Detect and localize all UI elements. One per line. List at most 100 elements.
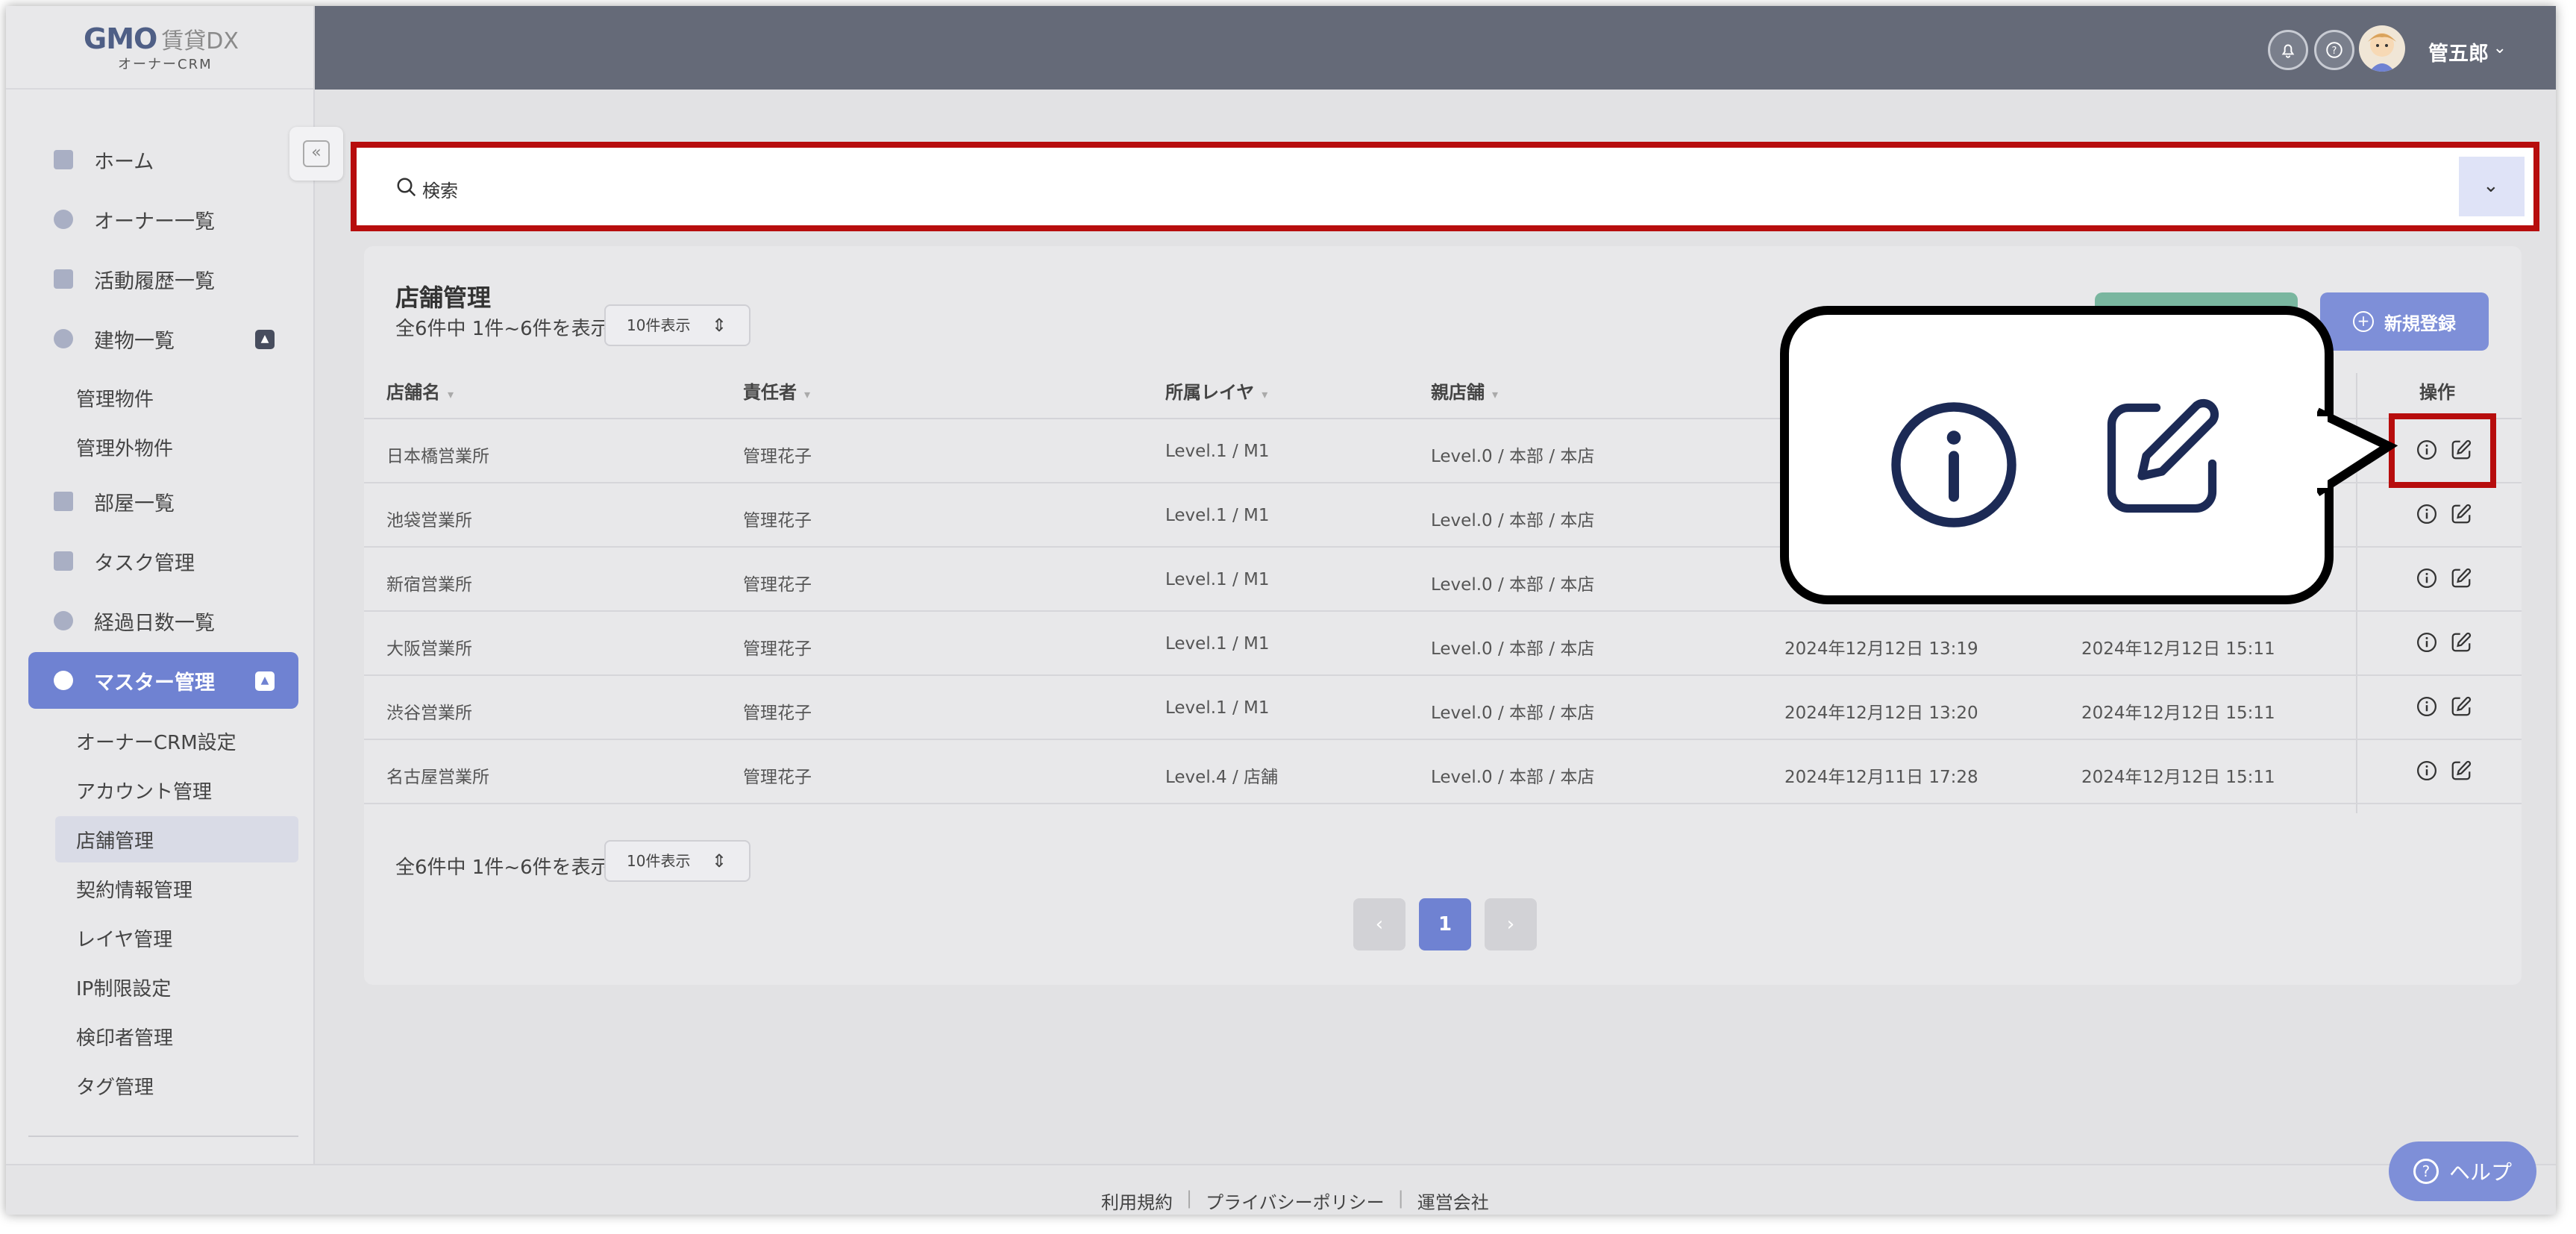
column-header-manager[interactable]: 責任者 ▾ xyxy=(743,378,810,404)
cell-updated: 2024年12月12日 15:11 xyxy=(2081,639,2275,659)
collapse-toggle-icon[interactable]: ▲ xyxy=(255,671,275,691)
grid-icon xyxy=(54,150,73,169)
row-actions xyxy=(2416,695,2474,719)
chevron-down-icon: ⌄ xyxy=(2483,175,2499,197)
sidebar-item-elapsed-days[interactable]: 経過日数一覧 xyxy=(28,592,298,649)
table-row: 名古屋営業所 管理花子 Level.4 / 店舗 Level.0 / 本部 / 本店 2… xyxy=(364,740,2522,804)
cell-parent: Level.0 / 本部 / 本店 xyxy=(1431,639,1595,659)
document-icon xyxy=(54,269,73,289)
sidebar-item-rooms[interactable]: 部屋一覧 xyxy=(28,473,298,530)
info-icon xyxy=(1891,402,2016,527)
sidebar-item-activity[interactable]: 活動履歴一覧 xyxy=(28,251,298,307)
edit-icon[interactable] xyxy=(2450,503,2474,527)
info-icon[interactable] xyxy=(2416,695,2439,719)
sidebar-item-master[interactable]: マスター管理 ▲ xyxy=(28,652,298,709)
cell-layer: Level.1 / M1 xyxy=(1165,698,1270,718)
question-circle-icon[interactable]: ? xyxy=(2314,30,2354,70)
table-row: 渋谷営業所 管理花子 Level.1 / M1 Level.0 / 本部 / 本店 20… xyxy=(364,676,2522,740)
plus-circle-icon: + xyxy=(2353,311,2374,332)
sidebar-subitem-unmanaged[interactable]: 管理外物件 xyxy=(55,424,298,470)
row-actions xyxy=(2416,503,2474,527)
action-icons-highlight xyxy=(2389,413,2496,488)
sidebar-subitem-contracts[interactable]: 契約情報管理 xyxy=(55,865,298,912)
edit-icon xyxy=(2107,398,2219,513)
svg-text:?: ? xyxy=(2332,46,2337,57)
logo[interactable]: GMO 賃貸DX オーナーCRM xyxy=(6,6,313,90)
logo-subtitle: オーナーCRM xyxy=(118,57,213,72)
sidebar-subitem-managed[interactable]: 管理物件 xyxy=(55,375,298,421)
result-count: 全6件中 1件~6件を表示 xyxy=(395,318,610,340)
app-window: GMO 賃貸DX オーナーCRM ホーム オーナー一覧 活動履歴一覧 建物一覧 ▲ … xyxy=(6,6,2556,1215)
cell-layer: Level.1 / M1 xyxy=(1165,634,1270,654)
sidebar-subitem-accounts[interactable]: アカウント管理 xyxy=(55,767,298,813)
info-icon[interactable] xyxy=(2416,631,2439,655)
sidebar-item-buildings[interactable]: 建物一覧 ▲ xyxy=(28,310,298,367)
footer-link-privacy[interactable]: プライバシーポリシー xyxy=(1206,1188,1385,1214)
cell-name: 大阪営業所 xyxy=(386,639,472,659)
cell-parent: Level.0 / 本部 / 本店 xyxy=(1431,511,1595,530)
logo-text: GMO xyxy=(84,22,157,55)
search-input[interactable]: 検索 xyxy=(422,176,458,202)
sidebar-subitem-stores[interactable]: 店舗管理 xyxy=(55,816,298,862)
cell-parent: Level.0 / 本部 / 本店 xyxy=(1431,575,1595,595)
footer-link-terms[interactable]: 利用規約 xyxy=(1101,1188,1173,1214)
edit-icon[interactable] xyxy=(2450,695,2474,719)
sidebar-item-home[interactable]: ホーム xyxy=(28,131,298,188)
cell-manager: 管理花子 xyxy=(743,768,812,787)
sidebar-subitem-ip-limit[interactable]: IP制限設定 xyxy=(55,964,298,1010)
pagination-next-button[interactable]: › xyxy=(1485,898,1537,950)
avatar[interactable] xyxy=(2359,25,2405,72)
edit-icon[interactable] xyxy=(2450,759,2474,783)
info-icon[interactable] xyxy=(2416,759,2439,783)
help-button[interactable]: ? ヘルプ xyxy=(2389,1141,2536,1201)
per-page-select[interactable]: 10件表示 ⇕ xyxy=(604,304,750,346)
search-bar[interactable]: 検索 ⌄ xyxy=(351,142,2539,231)
row-actions xyxy=(2416,759,2474,783)
column-header-layer[interactable]: 所属レイヤ ▾ xyxy=(1165,378,1267,404)
sidebar-collapse-button[interactable]: « xyxy=(289,127,343,181)
sidebar: GMO 賃貸DX オーナーCRM ホーム オーナー一覧 活動履歴一覧 建物一覧 ▲ … xyxy=(6,6,315,1215)
top-header: ? 管五郎 ⌄ xyxy=(315,6,2556,90)
cell-updated: 2024年12月12日 15:11 xyxy=(2081,704,2275,723)
table-row: 大阪営業所 管理花子 Level.1 / M1 Level.0 / 本部 / 本店 20… xyxy=(364,612,2522,676)
sidebar-item-owners[interactable]: オーナー一覧 xyxy=(28,191,298,248)
pagination-prev-button[interactable]: ‹ xyxy=(1353,898,1405,950)
cell-parent: Level.0 / 本部 / 本店 xyxy=(1431,447,1595,466)
double-chevron-left-icon: « xyxy=(303,140,330,167)
new-register-button[interactable]: + 新規登録 xyxy=(2320,292,2489,351)
bell-icon[interactable] xyxy=(2268,30,2308,70)
sidebar-subitem-crm-settings[interactable]: オーナーCRM設定 xyxy=(55,718,298,764)
column-header-actions: 操作 xyxy=(2419,382,2455,403)
sidebar-item-tasks[interactable]: タスク管理 xyxy=(28,533,298,589)
edit-icon[interactable] xyxy=(2450,567,2474,591)
per-page-select-bottom[interactable]: 10件表示 ⇕ xyxy=(604,840,750,882)
info-icon[interactable] xyxy=(2416,503,2439,527)
cell-name: 名古屋営業所 xyxy=(386,768,489,787)
cell-parent: Level.0 / 本部 / 本店 xyxy=(1431,704,1595,723)
column-header-name[interactable]: 店舗名 ▾ xyxy=(386,378,454,404)
sidebar-subitem-tags[interactable]: タグ管理 xyxy=(55,1062,298,1109)
check-icon xyxy=(54,611,73,630)
footer-link-company[interactable]: 運営会社 xyxy=(1417,1188,1489,1214)
cell-name: 渋谷営業所 xyxy=(386,704,472,723)
cell-name: 池袋営業所 xyxy=(386,511,472,530)
user-name[interactable]: 管五郎 xyxy=(2428,37,2489,66)
callout-pointer xyxy=(2317,407,2398,497)
pagination-page-1[interactable]: 1 xyxy=(1419,898,1471,950)
edit-icon[interactable] xyxy=(2450,631,2474,655)
sidebar-subitem-inspectors[interactable]: 検印者管理 xyxy=(55,1013,298,1059)
cell-updated: 2024年12月12日 15:11 xyxy=(2081,768,2275,787)
cell-name: 日本橋営業所 xyxy=(386,447,489,466)
collapse-toggle-icon[interactable]: ▲ xyxy=(255,330,275,349)
cell-manager: 管理花子 xyxy=(743,639,812,659)
gear-icon xyxy=(54,671,73,690)
column-header-parent[interactable]: 親店舗 ▾ xyxy=(1431,378,1498,404)
sort-icon: ▾ xyxy=(1492,387,1499,401)
room-icon xyxy=(54,492,73,511)
chevron-down-icon[interactable]: ⌄ xyxy=(2493,39,2507,57)
search-expand-button[interactable]: ⌄ xyxy=(2459,157,2525,216)
info-icon[interactable] xyxy=(2416,567,2439,591)
divider xyxy=(28,1136,298,1137)
cell-parent: Level.0 / 本部 / 本店 xyxy=(1431,768,1595,787)
sidebar-subitem-layers[interactable]: レイヤ管理 xyxy=(55,915,298,961)
